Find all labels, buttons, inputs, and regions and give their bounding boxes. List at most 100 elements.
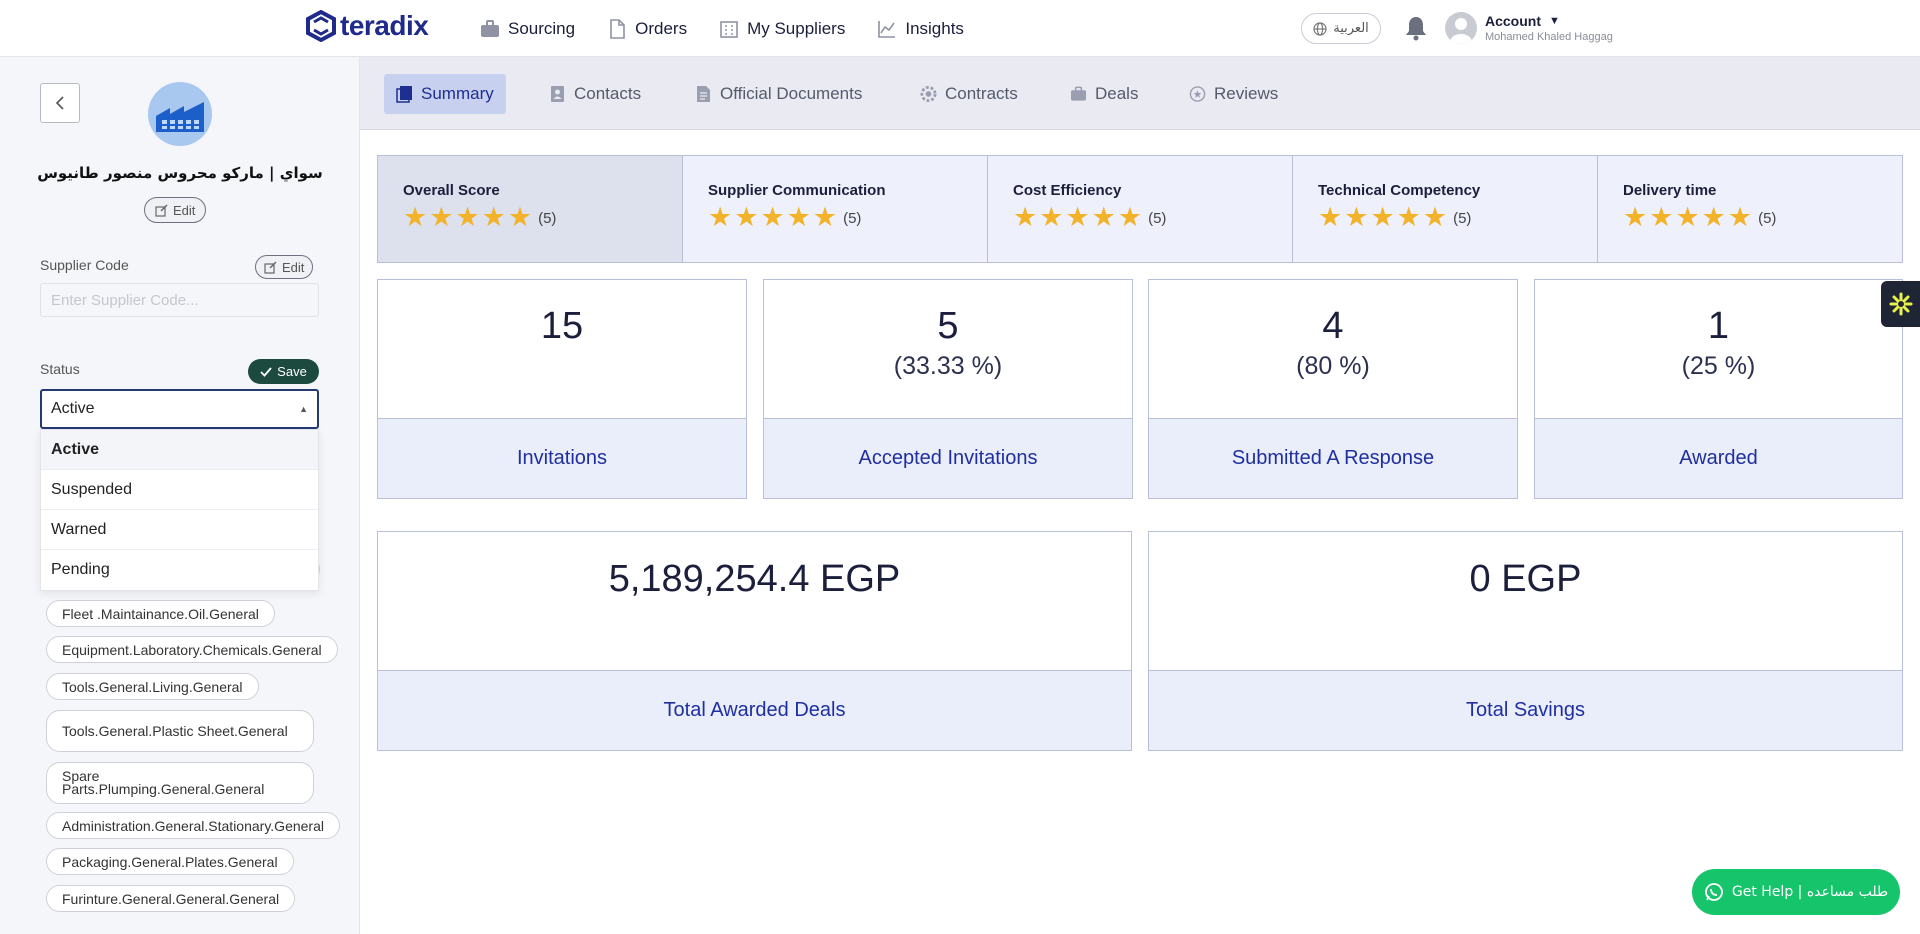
score-title: Technical Competency [1318,182,1481,199]
get-help-button[interactable]: Get Help | طلب مساعده [1692,869,1900,915]
account-menu[interactable]: Account ▼ Mohamed Khaled Haggag [1445,12,1613,44]
category-tag: Tools.General.Plastic Sheet.General [46,710,314,752]
back-button[interactable] [40,83,80,123]
status-label: Status [40,361,80,377]
metric-value: 5 [937,305,959,347]
star-icon: ★ [429,202,454,233]
gear-icon [920,85,937,103]
metric-card-invitations: 15 Invitations [377,279,747,499]
star-rating: ★ ★ ★ ★ ★ (5) [708,202,987,233]
star-icon: ★ [1675,202,1700,233]
star-rating: ★ ★ ★ ★ ★ (5) [1318,202,1597,233]
file-icon [697,86,710,102]
score-value: (5) [538,209,557,227]
category-tag: Equipment.Laboratory.Chemicals.General [46,636,338,663]
star-icon: ★ [1065,202,1090,233]
nav-orders[interactable]: Orders [607,19,687,39]
supplier-code-input[interactable]: Enter Supplier Code... [40,283,319,317]
total-value: 5,189,254.4 EGP [608,558,901,600]
top-navbar: teradix Sourcing Orders My Suppliers Ins… [0,0,1920,57]
save-label: Save [277,364,307,379]
status-option-active[interactable]: Active [41,430,318,470]
whatsapp-icon [1704,883,1723,901]
score-value: (5) [1758,209,1777,227]
star-icon: ★ [1701,202,1726,233]
category-tag: Spare Parts.Plumping.General.General [46,762,314,804]
score-technical-competency: Technical Competency ★ ★ ★ ★ ★ (5) [1293,156,1598,262]
side-widget-button[interactable] [1881,281,1920,327]
briefcase-icon [481,19,499,37]
chart-line-icon [878,20,896,38]
status-option-warned[interactable]: Warned [41,510,318,550]
star-icon: ★ [1091,202,1116,233]
account-label: Account [1485,13,1541,29]
metric-card-submitted-response: 4 (80 %) Submitted A Response [1148,279,1518,499]
star-icon: ★ [455,202,480,233]
star-icon: ★ [734,202,759,233]
tab-contacts-label: Contacts [574,84,642,103]
document-icon [610,18,625,39]
metric-percent: (80 %) [1296,352,1370,380]
edit-icon [155,204,168,217]
score-title: Overall Score [403,182,500,199]
star-icon: ★ [507,202,533,233]
score-value: (5) [843,209,862,227]
tab-contacts[interactable]: Contacts [537,74,653,114]
tab-deals[interactable]: Deals [1058,74,1150,114]
edit-supplier-code-button[interactable]: Edit [255,255,314,279]
score-title: Cost Efficiency [1013,182,1122,199]
category-tag: Tools.General.Living.General [46,673,259,700]
review-icon [1189,86,1206,102]
tab-reviews[interactable]: Reviews [1177,74,1290,114]
category-tag: Packaging.General.Plates.General [46,848,294,875]
status-select-value: Active [51,400,95,417]
tab-summary[interactable]: Summary [384,74,506,114]
sparkle-icon [1889,292,1912,316]
teradix-logo-icon [306,10,336,42]
tab-contracts[interactable]: Contracts [908,74,1030,114]
company-name: سواي | ماركو محروس منصور طانيوس [37,164,323,182]
tab-summary-label: Summary [421,84,494,103]
total-label: Total Awarded Deals [378,670,1131,750]
star-rating: ★ ★ ★ ★ ★ (5) [1013,202,1292,233]
edit-name-button[interactable]: Edit [144,197,207,223]
language-toggle[interactable]: العربية [1301,13,1381,44]
check-icon [260,366,272,377]
nav-sourcing-label: Sourcing [508,18,576,38]
supplier-sidebar: سواي | ماركو محروس منصور طانيوس Edit Sup… [0,57,360,934]
summary-icon [396,86,412,103]
status-select[interactable]: Active ▲ [40,389,319,429]
tab-deals-label: Deals [1095,84,1139,103]
nav-insights[interactable]: Insights [877,19,964,39]
score-value: (5) [1148,209,1167,227]
caret-down-icon: ▼ [1549,15,1560,27]
star-icon: ★ [1318,202,1343,233]
total-value: 0 EGP [1469,558,1582,600]
star-icon: ★ [812,202,838,233]
status-option-pending[interactable]: Pending [41,550,318,590]
category-tag: Fleet .Maintainance.Oil.General [46,600,275,627]
supplier-code-label: Supplier Code [40,257,129,273]
nav-sourcing[interactable]: Sourcing [480,19,575,39]
star-icon: ★ [1117,202,1143,233]
score-delivery-time: Delivery time ★ ★ ★ ★ ★ (5) [1598,156,1902,262]
avatar [1445,12,1477,44]
star-icon: ★ [1623,202,1648,233]
star-icon: ★ [1422,202,1448,233]
star-icon: ★ [708,202,733,233]
metric-card-accepted-invitations: 5 (33.33 %) Accepted Invitations [763,279,1133,499]
score-title: Delivery time [1623,182,1717,199]
total-awarded-deals-card: 5,189,254.4 EGP Total Awarded Deals [377,531,1132,751]
score-value: (5) [1453,209,1472,227]
caret-up-icon: ▲ [299,404,308,414]
save-status-button[interactable]: Save [248,359,319,384]
status-option-suspended[interactable]: Suspended [41,470,318,510]
bell-icon[interactable] [1404,15,1428,41]
metric-value: 1 [1707,305,1730,347]
score-row: Overall Score ★ ★ ★ ★ ★ (5) Supplier Communi… [377,155,1903,263]
star-icon: ★ [760,202,785,233]
star-rating: ★ ★ ★ ★ ★ (5) [403,202,682,233]
nav-my-suppliers[interactable]: My Suppliers [719,19,845,39]
teradix-logo[interactable]: teradix [306,10,429,42]
tab-official-documents[interactable]: Official Documents [683,74,874,114]
